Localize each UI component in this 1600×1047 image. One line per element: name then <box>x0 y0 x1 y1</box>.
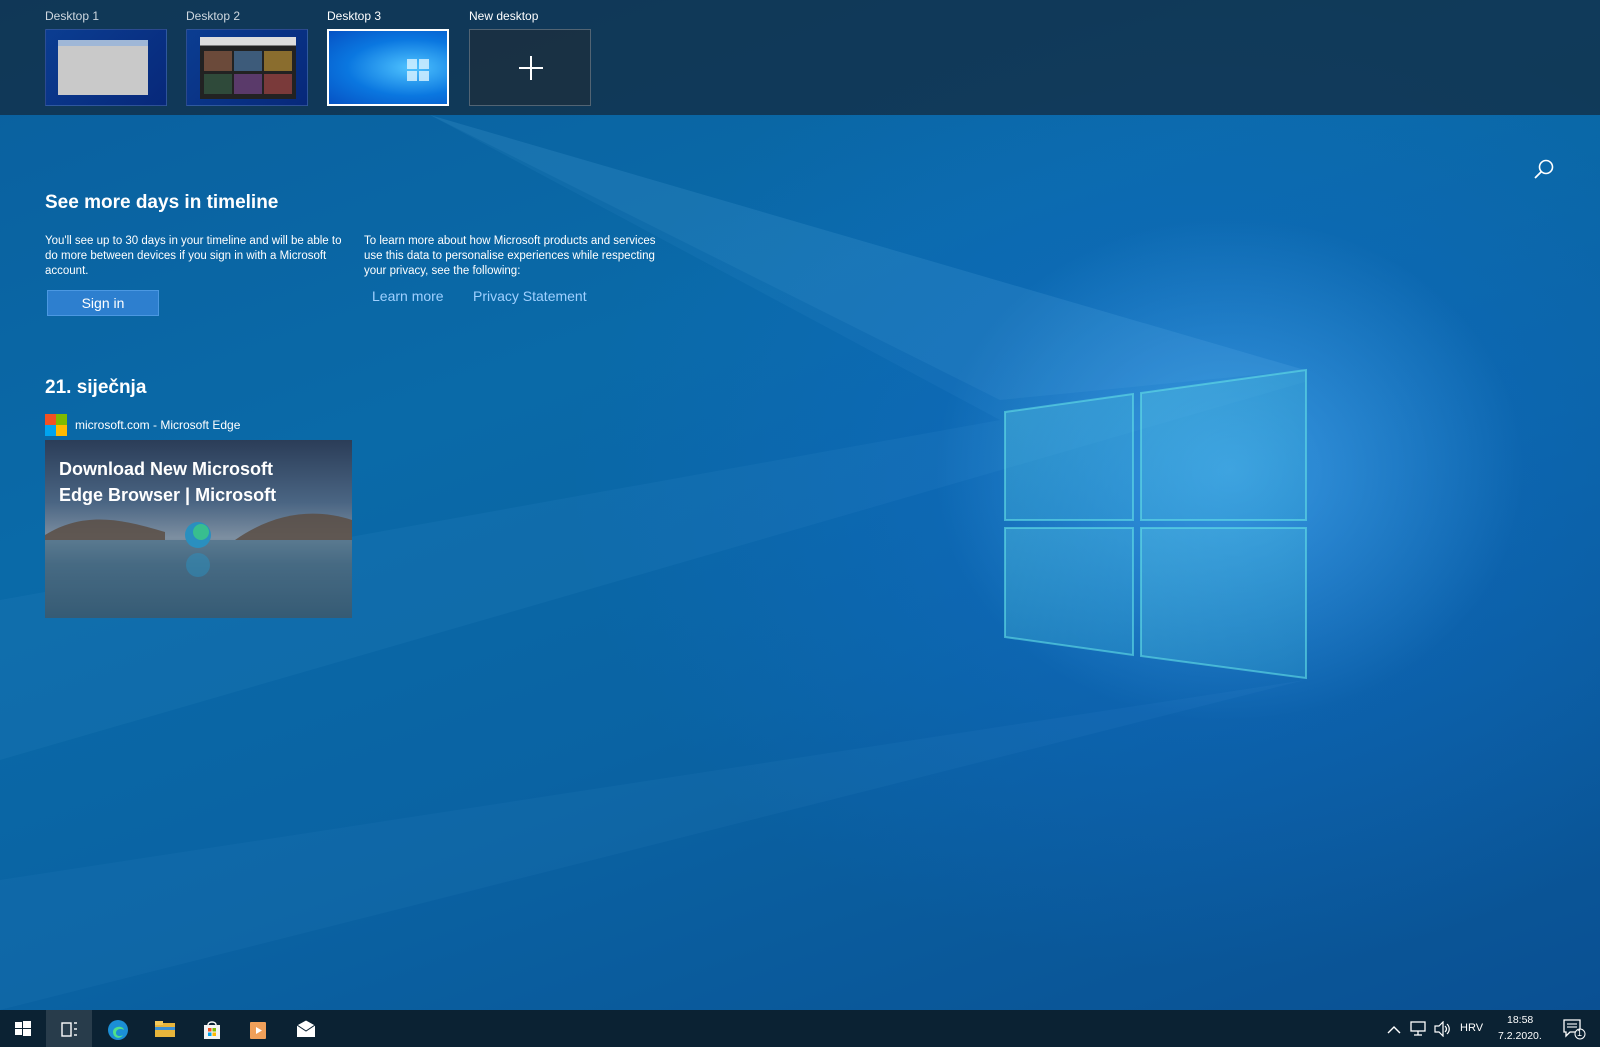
activity-card[interactable]: Download New Microsoft Edge Browser | Mi… <box>45 440 352 618</box>
input-language-button[interactable]: HRV <box>1460 1010 1488 1047</box>
start-button[interactable] <box>0 1010 46 1047</box>
mail-button[interactable] <box>282 1010 328 1047</box>
timeline-date-heading: 21. siječnja <box>45 377 147 398</box>
desktop-3-thumbnail[interactable] <box>327 29 449 106</box>
volume-icon <box>1434 1021 1450 1037</box>
learn-more-link[interactable]: Learn more <box>372 288 444 304</box>
clock-time: 18:58 <box>1507 1014 1534 1026</box>
store-icon <box>204 1021 220 1039</box>
desktop-1-label: Desktop 1 <box>45 9 100 23</box>
privacy-statement-link[interactable]: Privacy Statement <box>473 288 587 304</box>
desktop-3-label: Desktop 3 <box>327 9 382 23</box>
edge-icon <box>108 1020 128 1040</box>
sign-in-button[interactable]: Sign in <box>47 290 159 316</box>
promo-right-text: To learn more about how Microsoft produc… <box>364 235 656 277</box>
mail-icon <box>296 1019 316 1037</box>
file-explorer-icon <box>155 1021 175 1037</box>
network-icon <box>1410 1021 1426 1036</box>
microsoft-logo-icon <box>45 414 67 436</box>
new-desktop-button[interactable] <box>469 29 591 106</box>
activity-card-title: Download New Microsoft Edge Browser | Mi… <box>59 459 277 505</box>
action-center-button[interactable]: 1 <box>1554 1010 1594 1047</box>
search-icon <box>1534 159 1554 179</box>
file-explorer-button[interactable] <box>141 1010 187 1047</box>
input-language-label: HRV <box>1460 1022 1484 1034</box>
virtual-desktops-bar: Desktop 1 Desktop 2 Desktop 3 New deskto… <box>0 0 1600 115</box>
media-player-icon <box>250 1022 266 1039</box>
desktop-2-label: Desktop 2 <box>186 9 241 23</box>
chevron-up-icon <box>1387 1026 1401 1034</box>
clock-button[interactable]: 18:58 7.2.2020. <box>1493 1010 1549 1047</box>
edge-button[interactable] <box>94 1010 140 1047</box>
promo-left-text: You'll see up to 30 days in your timelin… <box>45 235 342 277</box>
desktop-2-thumbnail[interactable] <box>186 29 308 106</box>
media-player-button[interactable] <box>234 1010 280 1047</box>
new-desktop-label: New desktop <box>469 9 539 23</box>
task-view-icon <box>61 1022 77 1037</box>
desktop-1-thumbnail[interactable] <box>45 29 167 106</box>
activity-source-label: microsoft.com - Microsoft Edge <box>75 418 241 432</box>
notifications-icon <box>1563 1019 1586 1040</box>
network-button[interactable] <box>1408 1010 1430 1047</box>
store-button[interactable] <box>188 1010 234 1047</box>
show-hidden-icons-button[interactable] <box>1385 1010 1403 1047</box>
search-button[interactable] <box>1532 158 1556 182</box>
volume-button[interactable] <box>1432 1010 1454 1047</box>
taskbar: HRV 18:58 7.2.2020. 1 <box>0 1010 1600 1047</box>
notification-count-badge: 1 <box>1577 1028 1583 1038</box>
promo-title: See more days in timeline <box>45 192 279 213</box>
task-view-button[interactable] <box>46 1010 92 1047</box>
start-icon <box>15 1021 31 1036</box>
windows-logo-icon <box>407 59 429 81</box>
clock-date: 7.2.2020. <box>1498 1030 1542 1042</box>
plus-icon <box>519 56 543 80</box>
